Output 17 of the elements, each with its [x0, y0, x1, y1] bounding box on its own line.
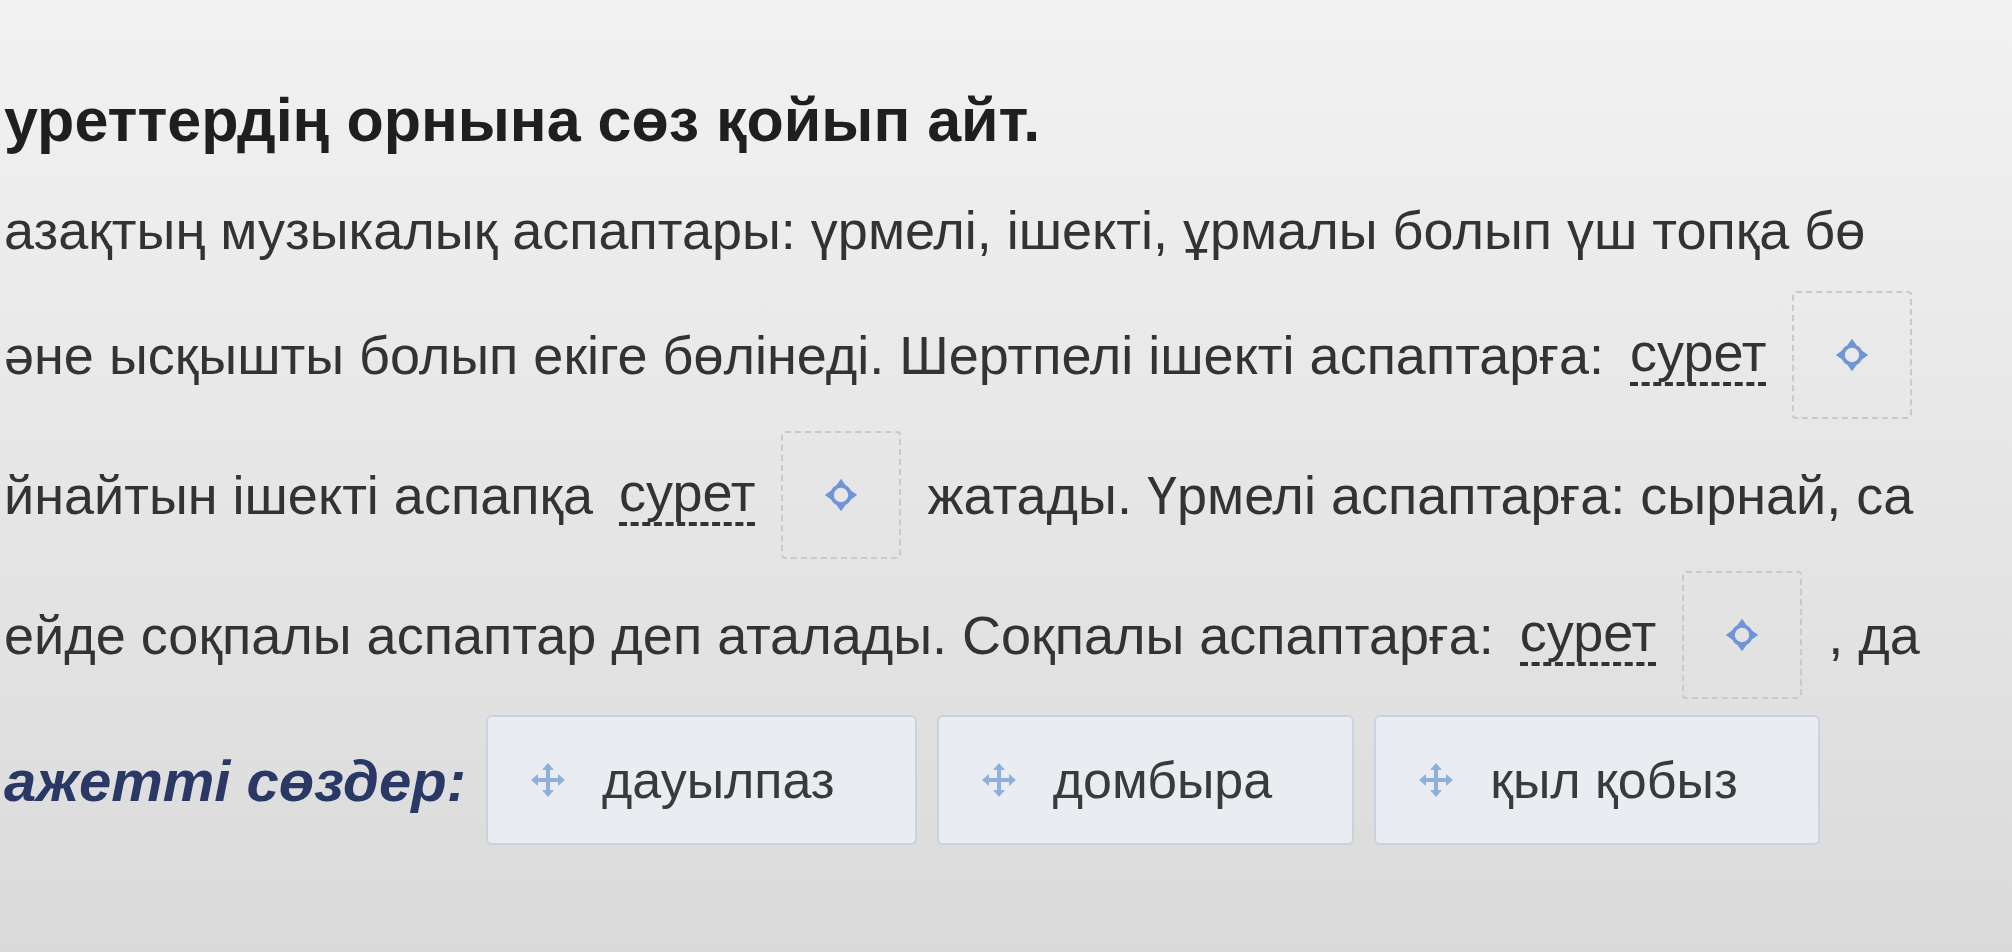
draggable-word[interactable]: қыл қобыз [1374, 715, 1820, 845]
drop-zone[interactable] [1682, 571, 1803, 699]
word-bank-label: ажетті сөздер: [4, 746, 466, 814]
draggable-word[interactable]: домбыра [936, 715, 1355, 845]
exercise-text: йнайтын ішекті аспапқа [4, 464, 594, 526]
exercise-text: жатады. Үрмелі аспаптарға: сырнай, са [927, 464, 1914, 526]
drop-zone[interactable] [781, 431, 902, 559]
exercise-text: әне ысқышты болып екіге бөлінеді. Шертпелі ішекті аспаптарға: [4, 324, 1605, 386]
picture-link[interactable]: сурет [619, 463, 756, 527]
exercise-title: уреттердің орнына сөз қойып айт. [4, 85, 1042, 156]
picture-link[interactable]: сурет [1630, 323, 1767, 387]
draggable-word[interactable]: дауылпаз [485, 715, 917, 845]
drop-zone[interactable] [1792, 291, 1913, 419]
picture-link[interactable]: сурет [1519, 603, 1657, 667]
exercise-text: ейде соқпалы аспаптар деп аталады. Соқпалы аспаптарға: [4, 604, 1494, 666]
exercise-text: , да [1828, 604, 1920, 666]
exercise-text: азақтың музыкалық аспаптары: үрмелі, ішекті, ұрмалы болып үш топқа бө [4, 199, 1866, 261]
